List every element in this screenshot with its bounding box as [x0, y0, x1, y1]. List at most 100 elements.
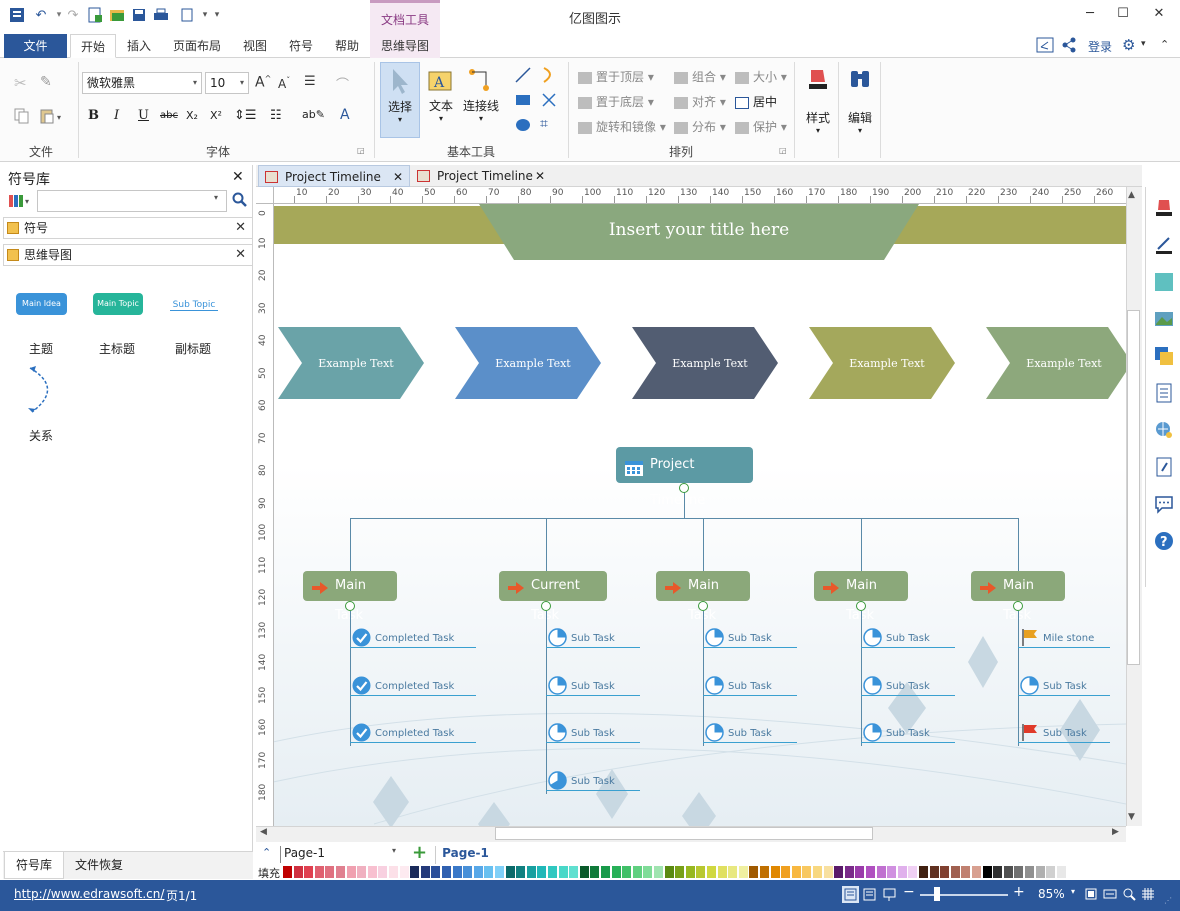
- size-button[interactable]: 大小 ▾: [735, 68, 787, 85]
- edit-button[interactable]: 编辑 ▾: [842, 66, 878, 146]
- tab-page-layout[interactable]: 页面布局: [166, 34, 228, 58]
- color-swatch[interactable]: [770, 866, 780, 878]
- search-icon[interactable]: [232, 192, 248, 211]
- task-node[interactable]: Main Task: [303, 571, 397, 623]
- horizontal-scroll-thumb[interactable]: [495, 827, 873, 840]
- color-swatch[interactable]: [664, 866, 674, 878]
- subtask-node[interactable]: Sub Task: [546, 723, 640, 743]
- select-tool-button[interactable]: 选择 ▾: [380, 62, 420, 138]
- tab-mind-map[interactable]: 思维导图: [370, 34, 440, 58]
- tab-symbols[interactable]: 符号: [282, 34, 320, 58]
- tab-home[interactable]: 开始: [70, 34, 116, 58]
- undo-icon[interactable]: ↶: [32, 6, 50, 24]
- color-swatch[interactable]: [389, 866, 398, 878]
- collapse-toggle-icon[interactable]: [856, 601, 866, 611]
- send-to-back-button[interactable]: 置于底层 ▾: [578, 93, 654, 110]
- minimize-button[interactable]: ─: [1079, 6, 1101, 24]
- subtask-node[interactable]: Completed Task: [350, 628, 476, 648]
- collapse-toggle-icon[interactable]: [698, 601, 708, 611]
- color-swatch[interactable]: [876, 866, 886, 878]
- file-menu[interactable]: 文件: [4, 34, 67, 58]
- color-swatch[interactable]: [463, 866, 473, 878]
- bring-to-front-button[interactable]: 置于顶层 ▾: [578, 68, 654, 85]
- curve-tool-icon[interactable]: [540, 66, 558, 87]
- paragraph-align-icon[interactable]: ☰: [304, 74, 316, 89]
- color-swatch[interactable]: [696, 866, 706, 878]
- line-tool-icon[interactable]: [514, 66, 532, 87]
- color-swatch[interactable]: [314, 866, 324, 878]
- color-swatch[interactable]: [738, 866, 748, 878]
- color-swatch[interactable]: [707, 866, 716, 878]
- subtask-node[interactable]: Sub Task: [703, 628, 797, 648]
- color-swatch[interactable]: [929, 866, 939, 878]
- color-swatch[interactable]: [897, 866, 907, 878]
- share-window-icon[interactable]: [1036, 37, 1054, 53]
- crop-tool-icon[interactable]: ⌗: [540, 116, 548, 132]
- color-swatch[interactable]: [844, 866, 854, 878]
- line-style-icon[interactable]: [1153, 234, 1175, 256]
- color-swatch[interactable]: [579, 866, 589, 878]
- format-painter-icon[interactable]: ✂: [14, 74, 32, 92]
- color-swatch[interactable]: [601, 866, 610, 878]
- color-swatch[interactable]: [622, 866, 632, 878]
- normal-view-icon[interactable]: [842, 886, 859, 903]
- color-swatch[interactable]: [526, 866, 536, 878]
- subtask-node[interactable]: Mile stone: [1018, 629, 1110, 648]
- grid-icon[interactable]: [1141, 887, 1155, 904]
- page-icon[interactable]: [1153, 382, 1175, 404]
- subtask-node[interactable]: Sub Task: [1018, 724, 1110, 743]
- color-swatch[interactable]: [378, 866, 388, 878]
- new-icon[interactable]: [86, 6, 104, 24]
- zoom-fit-icon[interactable]: [1122, 887, 1136, 904]
- point-tool-icon[interactable]: [540, 92, 558, 111]
- style-button[interactable]: 样式 ▾: [800, 66, 836, 146]
- line-spacing-icon[interactable]: ⇕☰: [234, 108, 257, 123]
- color-swatch[interactable]: [1056, 866, 1066, 878]
- library-close-icon[interactable]: ✕: [235, 218, 246, 238]
- color-swatch[interactable]: [357, 866, 367, 878]
- rectangle-tool-icon[interactable]: [514, 92, 532, 111]
- connector-tool-button[interactable]: 连接线 ▾: [460, 62, 502, 138]
- zoom-slider-thumb[interactable]: [934, 887, 940, 901]
- color-swatch[interactable]: [367, 866, 377, 878]
- maximize-button[interactable]: ☐: [1112, 6, 1134, 24]
- redo-icon[interactable]: ↷: [64, 6, 82, 24]
- color-swatch[interactable]: [505, 866, 515, 878]
- align-button[interactable]: 对齐 ▾: [674, 93, 726, 110]
- scroll-down-icon[interactable]: ▼: [1128, 812, 1135, 822]
- highlight-icon[interactable]: ab✎: [302, 108, 325, 121]
- color-swatch[interactable]: [813, 866, 822, 878]
- color-swatch[interactable]: [410, 866, 420, 878]
- fit-page-icon[interactable]: [1084, 887, 1098, 904]
- export-icon[interactable]: [178, 6, 196, 24]
- color-swatch[interactable]: [1025, 866, 1034, 878]
- page-title[interactable]: Insert your title here: [514, 220, 884, 240]
- page-view-icon[interactable]: [862, 887, 877, 905]
- subtask-node[interactable]: Sub Task: [546, 675, 640, 696]
- color-swatch[interactable]: [611, 866, 621, 878]
- zoom-in-icon[interactable]: +: [1013, 884, 1025, 900]
- more-icon[interactable]: ▾: [208, 6, 226, 24]
- color-swatch[interactable]: [760, 866, 769, 878]
- color-swatch[interactable]: [791, 866, 801, 878]
- layers-icon[interactable]: [1153, 345, 1175, 367]
- font-size-select[interactable]: 10 ▾: [205, 72, 249, 94]
- shadow-icon[interactable]: [1153, 271, 1175, 293]
- color-swatch[interactable]: [484, 866, 494, 878]
- color-swatch[interactable]: [420, 866, 430, 878]
- color-swatch[interactable]: [548, 866, 557, 878]
- settings-dropdown-icon[interactable]: ▾: [1141, 39, 1146, 49]
- tab-view[interactable]: 视图: [236, 34, 274, 58]
- sub-topic-shape[interactable]: Sub Topic: [170, 300, 218, 311]
- add-page-icon[interactable]: +: [412, 842, 427, 863]
- subtask-node[interactable]: Completed Task: [350, 723, 476, 743]
- group-button[interactable]: 组合 ▾: [674, 68, 726, 85]
- vertical-scroll-thumb[interactable]: [1127, 310, 1140, 665]
- drawing-canvas[interactable]: Insert your title here Project Timeline …: [274, 204, 1126, 826]
- color-swatch[interactable]: [940, 866, 950, 878]
- color-swatch[interactable]: [495, 866, 504, 878]
- subtask-node[interactable]: Sub Task: [703, 675, 797, 696]
- color-swatch[interactable]: [399, 866, 409, 878]
- curve-text-icon[interactable]: ⌒: [336, 74, 349, 93]
- task-node[interactable]: Main Task: [656, 571, 750, 623]
